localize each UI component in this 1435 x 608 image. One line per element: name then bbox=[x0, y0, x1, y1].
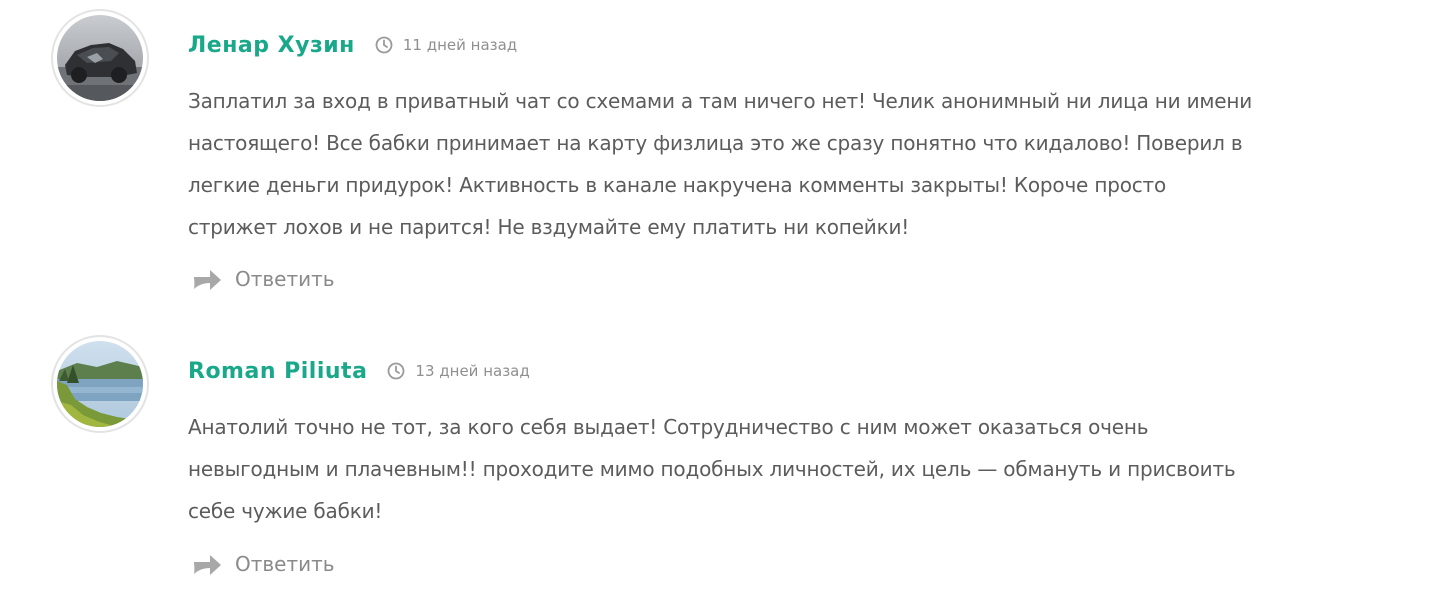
comment-text-line: стрижет лохов и не парится! Не вздумайте… bbox=[188, 215, 910, 239]
reply-label: Ответить bbox=[235, 552, 335, 576]
comment-text-line: легкие деньги придурок! Активность в кан… bbox=[188, 173, 1167, 197]
comment-text-line: себе чужие бабки! bbox=[188, 499, 383, 523]
comment-date[interactable]: 13 дней назад bbox=[415, 362, 529, 380]
clock-icon bbox=[387, 362, 405, 380]
comment-date[interactable]: 11 дней назад bbox=[403, 36, 517, 54]
comment-text-line: Заплатил за вход в приватный чат со схем… bbox=[188, 89, 1253, 113]
comment-text-line: Анатолий точно не тот, за кого себя выда… bbox=[188, 415, 1149, 439]
comment-text-line: настоящего! Все бабки принимает на карту… bbox=[188, 131, 1243, 155]
avatar[interactable] bbox=[51, 9, 149, 107]
reply-button[interactable]: Ответить bbox=[192, 264, 335, 294]
reply-button[interactable]: Ответить bbox=[192, 549, 335, 579]
comment-text: Заплатил за вход в приватный чат со схем… bbox=[188, 80, 1388, 248]
avatar[interactable] bbox=[51, 335, 149, 433]
reply-arrow-icon bbox=[192, 267, 222, 291]
comment-meta: Roman Piliuta 13 дней назад bbox=[188, 356, 530, 386]
comment-text: Анатолий точно не тот, за кого себя выда… bbox=[188, 406, 1388, 532]
author-name[interactable]: Roman Piliuta bbox=[188, 359, 367, 384]
author-name[interactable]: Ленар Хузин bbox=[188, 33, 355, 58]
avatar-photo-icon bbox=[57, 341, 143, 427]
avatar-photo-icon bbox=[57, 15, 143, 101]
comment-text-line: невыгодным и плачевным!! проходите мимо … bbox=[188, 457, 1236, 481]
reply-label: Ответить bbox=[235, 267, 335, 291]
comment-meta: Ленар Хузин 11 дней назад bbox=[188, 30, 517, 60]
reply-arrow-icon bbox=[192, 552, 222, 576]
clock-icon bbox=[375, 36, 393, 54]
